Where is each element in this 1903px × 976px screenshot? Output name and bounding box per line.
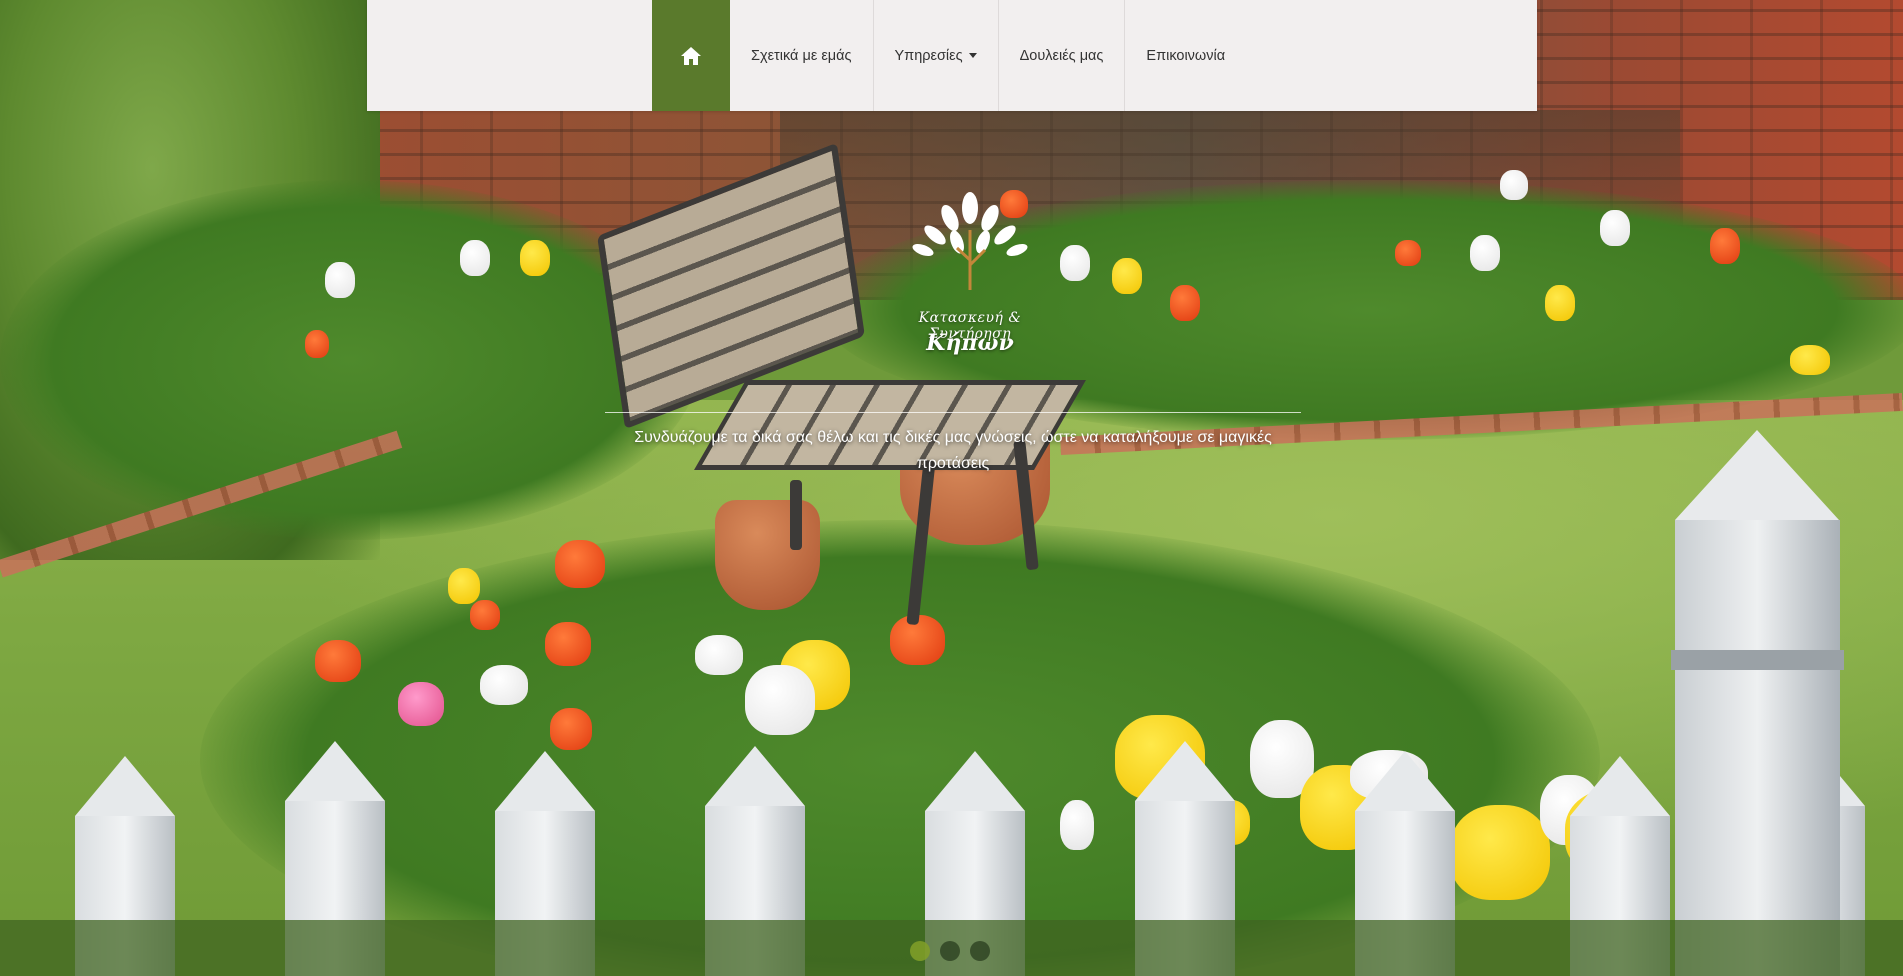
nav-home[interactable] bbox=[652, 0, 730, 111]
nav-contact-label: Επικοινωνία bbox=[1146, 47, 1226, 64]
nav-about-label: Σχετικά με εμάς bbox=[751, 47, 852, 64]
bench-leg bbox=[790, 480, 802, 550]
nav-contact[interactable]: Επικοινωνία bbox=[1125, 0, 1246, 111]
main-navbar: Σχετικά με εμάς Υπηρεσίες Δουλειές μας Ε… bbox=[367, 0, 1537, 111]
site-logo[interactable]: Κατασκευή & Συντήρηση Κήπων bbox=[880, 190, 1060, 370]
hero-tagline: Συνδυάζουμε τα δικά σας θέλω και τις δικ… bbox=[634, 429, 1272, 472]
nav-services-dropdown[interactable]: Υπηρεσίες bbox=[874, 0, 999, 111]
fence-post bbox=[1671, 430, 1844, 976]
nav-portfolio[interactable]: Δουλειές μας bbox=[999, 0, 1126, 111]
home-icon bbox=[681, 46, 701, 65]
carousel-dot-3[interactable] bbox=[970, 941, 990, 961]
flower-bed bbox=[0, 180, 700, 540]
nav-menu: Σχετικά με εμάς Υπηρεσίες Δουλειές μας Ε… bbox=[652, 0, 1246, 111]
leaves-logo-icon bbox=[912, 192, 1028, 290]
nav-services-label: Υπηρεσίες bbox=[894, 47, 963, 64]
caret-down-icon bbox=[968, 53, 977, 58]
nav-about[interactable]: Σχετικά με εμάς bbox=[730, 0, 874, 111]
hero-background-image bbox=[0, 0, 1903, 976]
carousel-dot-1[interactable] bbox=[910, 941, 930, 961]
nav-portfolio-label: Δουλειές μας bbox=[1019, 47, 1104, 64]
flower-pot bbox=[715, 500, 820, 610]
carousel-indicators bbox=[910, 941, 990, 961]
logo-title: Κήπων bbox=[926, 330, 1014, 356]
carousel-dot-2[interactable] bbox=[940, 941, 960, 961]
divider bbox=[605, 412, 1301, 413]
